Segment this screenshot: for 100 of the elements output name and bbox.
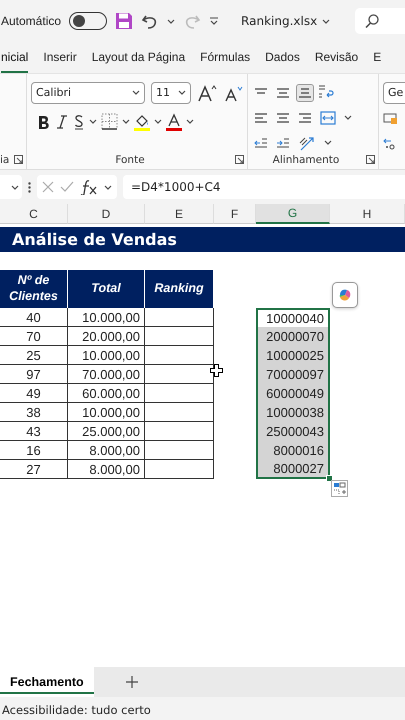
table-cell: 20.000,00 bbox=[68, 327, 145, 346]
column-header[interactable]: F bbox=[214, 204, 256, 224]
dialog-launcher-icon[interactable] bbox=[366, 155, 375, 164]
table-header: Total bbox=[68, 270, 145, 308]
merge-center-icon[interactable] bbox=[320, 110, 336, 124]
table-cell: 8.000,00 bbox=[68, 441, 145, 460]
caret-icon[interactable] bbox=[324, 139, 332, 146]
ribbon-tab[interactable]: Dados bbox=[265, 42, 300, 73]
quick-analysis-icon[interactable] bbox=[331, 480, 348, 497]
caret-icon[interactable] bbox=[122, 118, 130, 125]
search-field[interactable] bbox=[355, 8, 405, 34]
insert-function-icon[interactable] bbox=[80, 179, 98, 195]
selected-cell[interactable]: 8000016 bbox=[256, 441, 330, 460]
table-cell: 27 bbox=[0, 460, 68, 479]
align-bottom-button[interactable] bbox=[296, 84, 314, 102]
table-cell: 70.000,00 bbox=[68, 365, 145, 384]
table-cell: 97 bbox=[0, 365, 68, 384]
table-cell: 16 bbox=[0, 441, 68, 460]
autosave-label: Automático bbox=[1, 14, 62, 28]
add-sheet-icon[interactable] bbox=[126, 676, 138, 688]
fill-handle[interactable] bbox=[326, 475, 333, 482]
align-center-icon[interactable] bbox=[276, 110, 290, 124]
ribbon-tab[interactable]: E bbox=[373, 42, 382, 73]
italic-icon[interactable] bbox=[55, 114, 69, 130]
selected-cell[interactable]: 20000070 bbox=[256, 327, 330, 346]
borders-icon[interactable] bbox=[101, 113, 118, 130]
table-cell: 10.000,00 bbox=[68, 403, 145, 422]
selected-cell[interactable]: 8000027 bbox=[256, 460, 330, 479]
table-header: Ranking bbox=[145, 270, 214, 308]
orientation-icon[interactable] bbox=[298, 134, 316, 150]
font-color-icon[interactable] bbox=[166, 112, 182, 130]
selected-cell[interactable]: 25000043 bbox=[256, 422, 330, 441]
column-header[interactable]: E bbox=[145, 204, 214, 224]
table-cell: 10.000,00 bbox=[68, 308, 145, 327]
selected-cell[interactable]: 10000040 bbox=[256, 308, 330, 327]
selected-cell[interactable]: 70000097 bbox=[256, 365, 330, 384]
table-cell bbox=[145, 327, 214, 346]
table-cell bbox=[145, 460, 214, 479]
table-cell bbox=[145, 384, 214, 403]
group-label: ia bbox=[0, 154, 10, 166]
selected-cell[interactable]: 10000038 bbox=[256, 403, 330, 422]
table-cell: 70 bbox=[0, 327, 68, 346]
sheet-tab[interactable]: Fechamento bbox=[0, 667, 94, 697]
formula-field[interactable]: =D4*1000+C4 bbox=[123, 175, 405, 199]
table-cell: 60.000,00 bbox=[68, 384, 145, 403]
status-text: Acessibilidade: tudo certo bbox=[2, 702, 151, 716]
save-icon[interactable] bbox=[115, 12, 134, 30]
caret-icon bbox=[132, 89, 140, 96]
selected-cell[interactable]: 60000049 bbox=[256, 384, 330, 403]
table-cell: 8.000,00 bbox=[68, 460, 145, 479]
table-cell bbox=[145, 346, 214, 365]
ribbon-tab[interactable]: Layout da Página bbox=[92, 42, 186, 73]
selected-cell[interactable]: 10000025 bbox=[256, 346, 330, 365]
table-cell: 49 bbox=[0, 384, 68, 403]
bold-icon[interactable] bbox=[37, 114, 51, 130]
caret-icon[interactable] bbox=[89, 118, 97, 125]
fill-color-icon[interactable] bbox=[134, 112, 150, 130]
decrease-indent-icon[interactable] bbox=[254, 136, 268, 148]
underline-icon[interactable] bbox=[73, 114, 85, 130]
table-cell: 40 bbox=[0, 308, 68, 327]
table-cell: 38 bbox=[0, 403, 68, 422]
caret-icon[interactable] bbox=[104, 184, 112, 190]
column-header[interactable]: G bbox=[256, 204, 330, 224]
grow-font-icon[interactable] bbox=[197, 84, 217, 102]
align-right-icon[interactable] bbox=[298, 110, 312, 124]
caret-icon bbox=[178, 89, 186, 96]
dialog-launcher-icon[interactable] bbox=[235, 155, 244, 164]
caret-icon[interactable] bbox=[344, 114, 352, 121]
table-cell bbox=[145, 308, 214, 327]
sheet-title: Análise de Vendas bbox=[0, 227, 405, 252]
dialog-launcher-icon[interactable] bbox=[14, 155, 23, 164]
caret-icon[interactable] bbox=[154, 118, 162, 125]
caret-icon bbox=[322, 18, 330, 24]
autosave-toggle[interactable] bbox=[69, 12, 108, 30]
align-middle-icon bbox=[276, 86, 290, 100]
customize-icon[interactable] bbox=[209, 16, 220, 26]
increase-indent-icon[interactable] bbox=[276, 136, 290, 148]
table-cell: 10.000,00 bbox=[68, 346, 145, 365]
align-left-icon[interactable] bbox=[254, 110, 268, 124]
column-header[interactable]: C bbox=[0, 204, 68, 224]
align-bottom-icon bbox=[298, 86, 312, 100]
ribbon-tab[interactable]: Fórmulas bbox=[200, 42, 250, 73]
table-cell bbox=[145, 441, 214, 460]
caret-icon[interactable] bbox=[186, 118, 194, 125]
font-size-dropdown[interactable]: 11 bbox=[151, 82, 191, 104]
table-cell: 25 bbox=[0, 346, 68, 365]
ribbon-tab[interactable]: Inserir bbox=[43, 42, 77, 73]
file-name-dropdown[interactable]: Ranking.xlsx bbox=[241, 14, 330, 28]
table-header: Nº de Clientes bbox=[0, 270, 68, 308]
more-options-icon[interactable] bbox=[28, 182, 31, 192]
table-cell bbox=[145, 403, 214, 422]
group-label: Fonte bbox=[114, 154, 146, 166]
column-header[interactable]: D bbox=[68, 204, 145, 224]
plus-cursor-icon bbox=[210, 364, 223, 377]
caret-icon[interactable] bbox=[167, 18, 176, 24]
font-name-dropdown[interactable]: Calibri bbox=[31, 82, 145, 104]
column-header[interactable]: H bbox=[330, 204, 405, 224]
number-format-dropdown[interactable]: Ge bbox=[383, 82, 405, 104]
ribbon-tab[interactable]: Revisão bbox=[314, 42, 358, 73]
table-cell bbox=[145, 422, 214, 441]
